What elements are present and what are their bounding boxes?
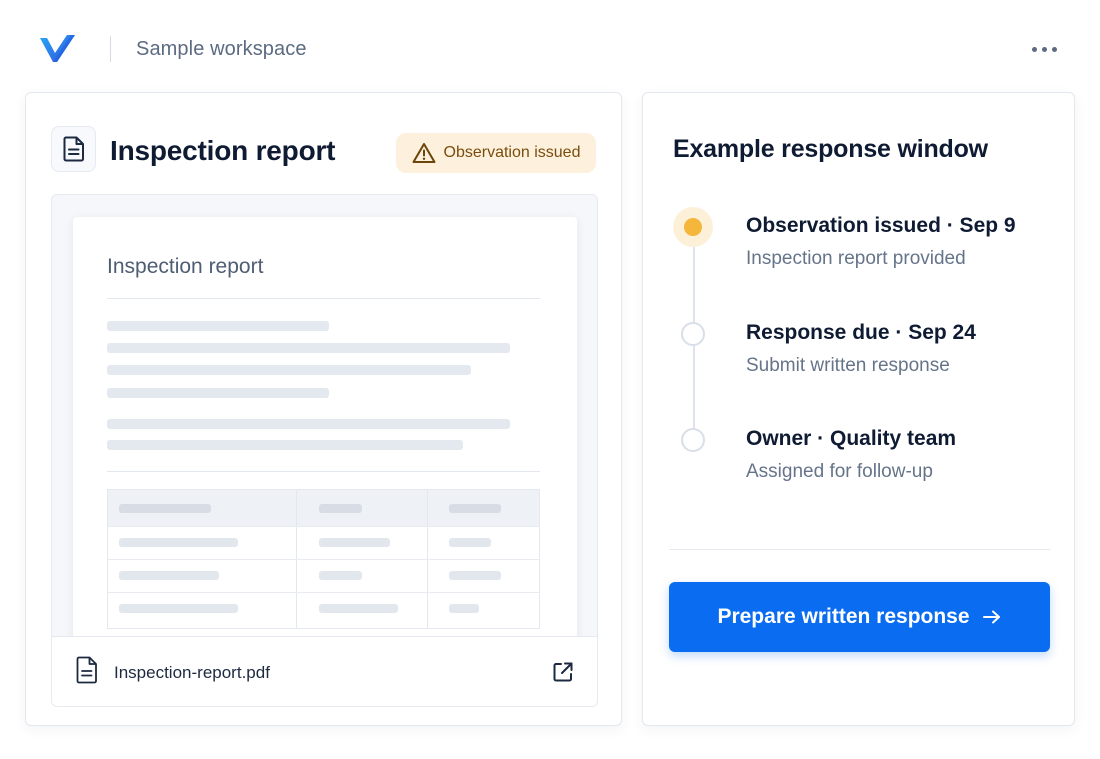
report-document-icon-box [51,126,96,172]
status-badge: Observation issued [396,133,596,173]
table-cell-placeholder [119,538,238,547]
external-link-icon [553,662,573,682]
timeline-marker [681,428,705,452]
attachment-file-name[interactable]: Inspection-report.pdf [114,663,270,683]
more-horizontal-icon [1031,46,1037,52]
text-placeholder-line [107,343,510,353]
file-icon [76,656,97,684]
timeline-item-subtitle: Inspection report provided [746,248,966,269]
timeline-item-heading: Observation issued · Sep 9 [746,214,1016,237]
document-page: Inspection report [73,217,577,647]
text-placeholder-line [107,388,329,398]
timeline-item-response-due: Response due · Sep 24 Submit written res… [673,318,1063,388]
table-cell-placeholder [319,604,398,613]
document-preview[interactable]: Inspection report Inspection-report.pdf [51,194,598,707]
response-window-title: Example response window [673,135,988,163]
text-placeholder-line [107,365,471,375]
text-placeholder-line [107,321,329,331]
attachment-row[interactable]: Inspection-report.pdf [52,636,597,706]
timeline-item-observation: Observation issued · Sep 9 Inspection re… [673,207,1063,281]
table-cell-placeholder [449,538,491,547]
timeline-item-owner: Owner · Quality team Assigned for follow… [673,424,1063,494]
timeline-item-subtitle: Assigned for follow-up [746,461,933,482]
timeline-marker-active [673,207,713,247]
app-window: Sample workspace Inspection report Obser… [0,0,1100,759]
open-external-button[interactable] [548,657,578,687]
section-divider [669,549,1050,550]
brand-v-logo-icon [40,35,75,62]
top-bar: Sample workspace [0,0,1100,92]
header-divider [110,36,111,62]
table-cell-placeholder [449,571,501,580]
prepare-response-button[interactable]: Prepare written response [669,582,1050,652]
document-table-placeholder [107,489,540,629]
workspace-name: Sample workspace [136,38,307,60]
timeline-item-subtitle: Submit written response [746,355,950,376]
timeline-item-heading: Response due · Sep 24 [746,321,976,344]
timeline-item-heading: Owner · Quality team [746,427,957,450]
document-icon [63,136,84,162]
table-cell-placeholder [119,504,211,513]
table-cell-placeholder [319,571,362,580]
table-cell-placeholder [119,571,219,580]
text-placeholder-line [107,440,463,450]
arrow-right-icon [982,610,1000,624]
page-divider [107,471,540,472]
report-title: Inspection report [110,135,336,166]
table-cell-placeholder [449,604,479,613]
prepare-response-label: Prepare written response [717,605,970,628]
text-placeholder-line [107,419,510,429]
warning-triangle-icon [412,143,436,163]
table-cell-placeholder [319,538,390,547]
document-page-title: Inspection report [107,255,264,278]
table-cell-placeholder [449,504,501,513]
table-cell-placeholder [119,604,238,613]
table-cell-placeholder [319,504,362,513]
status-badge-label: Observation issued [443,144,581,161]
timeline-marker [681,322,705,346]
response-window-card: Example response window Observation issu… [642,92,1075,726]
page-divider [107,298,540,299]
brand-logo[interactable] [38,32,78,66]
inspection-report-card: Inspection report Observation issued Ins… [25,92,622,726]
more-options-button[interactable] [1024,36,1064,62]
